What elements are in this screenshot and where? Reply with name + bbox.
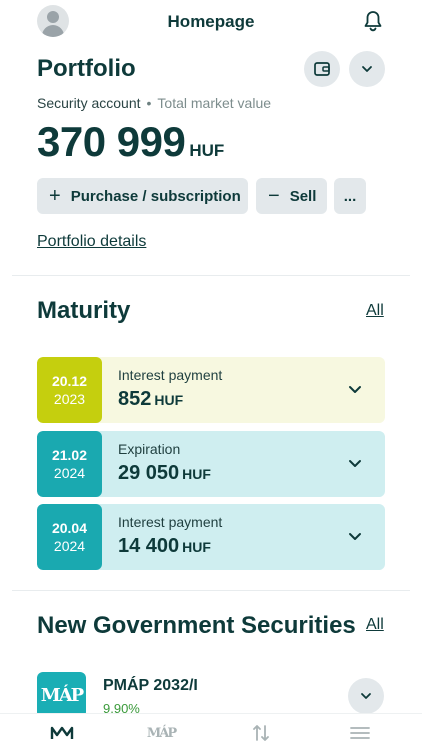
maturity-year: 2023: [53, 391, 86, 407]
account-dropdown-button[interactable]: [349, 51, 385, 87]
maturity-amount: 14 400 HUF: [118, 535, 211, 558]
maturity-card[interactable]: 21.02 2024 Expiration 29 050 HUF: [37, 431, 385, 497]
maturity-amount-value: 29 050: [118, 462, 180, 484]
wallet-button[interactable]: [304, 51, 340, 87]
maturity-currency: HUF: [182, 466, 211, 482]
maturity-currency: HUF: [182, 539, 211, 555]
portfolio-details-link[interactable]: Portfolio details: [37, 233, 146, 251]
tab-transactions[interactable]: [246, 722, 276, 744]
chevron-down-icon[interactable]: [347, 381, 363, 397]
home-logo-icon: [50, 726, 74, 739]
tab-securities[interactable]: MÁP: [146, 722, 177, 744]
map-logo-icon: MÁP: [37, 672, 86, 718]
maturity-date: 20.12: [51, 373, 88, 389]
divider: [12, 275, 410, 276]
account-subtitle: Security account • Total market value: [37, 95, 271, 111]
tab-menu[interactable]: [345, 722, 375, 744]
divider: [12, 590, 410, 591]
menu-icon: [350, 727, 370, 739]
maturity-card[interactable]: 20.04 2024 Interest payment 14 400 HUF: [37, 504, 385, 570]
maturity-year: 2024: [53, 465, 86, 481]
sell-label: Sell: [289, 187, 317, 205]
maturity-date: 20.04: [51, 520, 88, 536]
maturity-date-badge: 20.04 2024: [37, 504, 102, 570]
market-value-label: Total market value: [157, 95, 272, 111]
purchase-label: Purchase / subscription: [70, 187, 241, 205]
map-logo-icon: MÁP: [146, 725, 177, 741]
security-name: PMÁP 2032/I: [103, 677, 198, 694]
chevron-down-icon: [361, 693, 371, 699]
new-securities-all-link[interactable]: All: [366, 616, 384, 634]
chevron-down-icon[interactable]: [347, 528, 363, 544]
maturity-title: Maturity: [37, 297, 131, 324]
chevron-down-icon: [362, 66, 372, 72]
bell-icon[interactable]: [361, 9, 385, 33]
maturity-type: Interest payment: [118, 367, 223, 383]
maturity-amount-value: 14 400: [118, 535, 180, 557]
maturity-date-badge: 20.12 2023: [37, 357, 102, 423]
portfolio-title: Portfolio: [37, 55, 136, 82]
more-icon: ...: [343, 187, 357, 205]
maturity-type: Interest payment: [118, 514, 223, 530]
separator: •: [146, 95, 152, 111]
page-title: Homepage: [167, 12, 255, 31]
more-button[interactable]: ...: [334, 178, 366, 214]
new-securities-title: New Government Securities: [37, 612, 356, 639]
tab-home[interactable]: [47, 722, 77, 744]
top-bar: Homepage: [0, 0, 422, 44]
maturity-amount: 29 050 HUF: [118, 462, 211, 485]
maturity-amount: 852 HUF: [118, 388, 183, 411]
sell-button[interactable]: − Sell: [256, 178, 327, 214]
bottom-tab-bar: MÁP: [0, 713, 422, 750]
maturity-amount-value: 852: [118, 388, 152, 410]
purchase-button[interactable]: + Purchase / subscription: [37, 178, 248, 214]
total-market-value: 370 999 HUF: [37, 118, 224, 166]
account-label: Security account: [37, 95, 141, 111]
maturity-date: 21.02: [51, 447, 88, 463]
chevron-down-icon[interactable]: [347, 455, 363, 471]
wallet-icon: [314, 62, 330, 76]
maturity-date-badge: 21.02 2024: [37, 431, 102, 497]
maturity-all-link[interactable]: All: [366, 302, 384, 320]
transfer-arrows-icon: [253, 725, 269, 741]
minus-icon: −: [268, 185, 280, 207]
maturity-card[interactable]: 20.12 2023 Interest payment 852 HUF: [37, 357, 385, 423]
maturity-type: Expiration: [118, 441, 181, 457]
security-expand-button[interactable]: [348, 678, 384, 714]
maturity-currency: HUF: [154, 392, 184, 408]
total-value: 370 999: [37, 118, 186, 165]
maturity-year: 2024: [53, 538, 86, 554]
total-currency: HUF: [189, 141, 225, 160]
plus-icon: +: [49, 185, 61, 207]
